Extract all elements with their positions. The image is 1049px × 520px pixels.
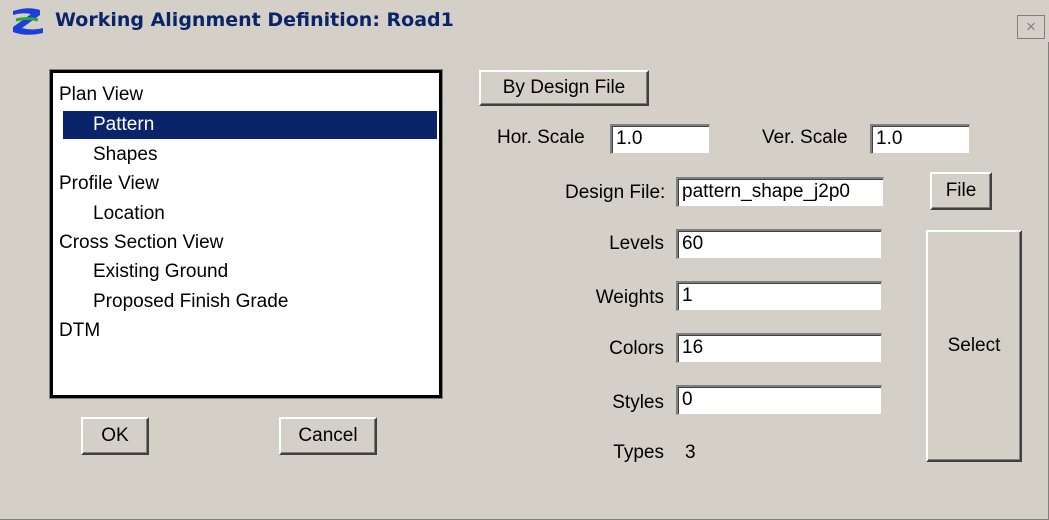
tree-item-cross-section-view[interactable]: Cross Section View (59, 229, 223, 257)
tree-item-proposed-finish-grade[interactable]: Proposed Finish Grade (93, 288, 288, 316)
tree-item-dtm[interactable]: DTM (59, 317, 100, 345)
weights-label: Weights (595, 287, 664, 308)
styles-label: Styles (612, 392, 664, 413)
ok-button[interactable]: OK (81, 417, 149, 455)
design-file-label: Design File: (565, 182, 666, 203)
weights-input[interactable]: 1 (676, 281, 882, 311)
tree-item-existing-ground[interactable]: Existing Ground (93, 258, 228, 286)
title-bar[interactable]: Working Alignment Definition: Road1 × (0, 0, 1049, 42)
tree-item-profile-view[interactable]: Profile View (59, 170, 159, 198)
levels-input[interactable]: 60 (676, 229, 882, 259)
close-icon[interactable]: × (1017, 15, 1045, 39)
hor-scale-label: Hor. Scale (497, 127, 585, 148)
tree-item-pattern[interactable]: Pattern (63, 111, 437, 139)
styles-input[interactable]: 0 (676, 385, 882, 415)
by-design-file-button[interactable]: By Design File (479, 70, 649, 106)
tree-item-location[interactable]: Location (93, 200, 165, 228)
dialog-window: Working Alignment Definition: Road1 × Pl… (0, 0, 1049, 520)
colors-input[interactable]: 16 (676, 333, 882, 363)
cancel-button[interactable]: Cancel (279, 417, 377, 455)
app-logo-icon (10, 6, 46, 36)
types-value: 3 (685, 442, 696, 463)
levels-label: Levels (609, 233, 664, 254)
ver-scale-label: Ver. Scale (762, 127, 848, 148)
select-button[interactable]: Select (926, 230, 1022, 462)
types-label: Types (613, 442, 664, 463)
hor-scale-input[interactable]: 1.0 (610, 124, 710, 154)
tree-item-plan-view[interactable]: Plan View (59, 81, 143, 109)
window-title: Working Alignment Definition: Road1 (55, 9, 454, 31)
ver-scale-input[interactable]: 1.0 (870, 124, 970, 154)
colors-label: Colors (609, 338, 664, 359)
tree-item-shapes[interactable]: Shapes (93, 141, 157, 169)
file-button[interactable]: File (930, 172, 992, 210)
alignment-tree[interactable]: Plan View Pattern Shapes Profile View Lo… (49, 69, 443, 399)
design-file-input[interactable]: pattern_shape_j2p0 (676, 177, 884, 207)
